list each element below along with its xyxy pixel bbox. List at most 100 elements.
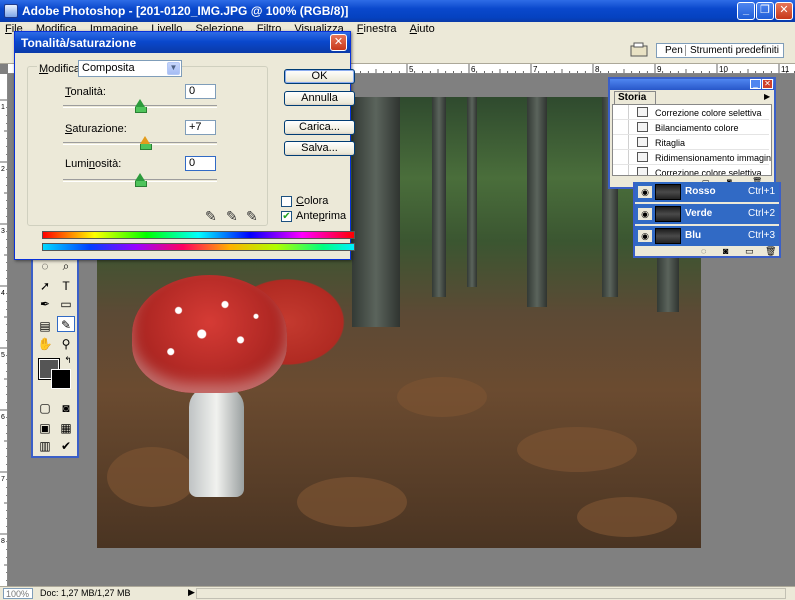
quick-mask-mode-icon[interactable]: ◙: [57, 400, 75, 416]
magic-wand-tool-icon[interactable]: ⌕: [57, 258, 75, 274]
subtract-from-sample-eyedropper-icon[interactable]: ✎: [246, 208, 258, 225]
channel-thumbnail: [655, 228, 681, 244]
menu-finestra[interactable]: Finestra: [352, 22, 402, 35]
history-step-icon: [637, 167, 648, 175]
tab-history[interactable]: Storia: [614, 91, 656, 104]
hue-slider-thumb[interactable]: [135, 99, 147, 113]
history-item[interactable]: Ridimensionamento immagine: [613, 150, 771, 165]
minimize-button[interactable]: _: [737, 2, 755, 20]
ruler-tick-label: 6: [1, 414, 5, 421]
crop-step-icon: [637, 137, 648, 147]
channel-shortcut: Ctrl+1: [748, 186, 775, 197]
background-color-swatch[interactable]: [51, 369, 71, 389]
dialog-title-bar[interactable]: Tonalità/saturazione ✕: [15, 32, 350, 53]
screen-mode-icon[interactable]: ▣: [36, 420, 54, 436]
menu-aiuto[interactable]: Aiuto: [405, 22, 440, 35]
standard-mode-icon[interactable]: ▢: [36, 400, 54, 416]
history-palette: _ ✕ Storia ▶ Correzione colore selettiva…: [608, 77, 776, 189]
ruler-tick-label: 1: [1, 104, 5, 111]
tools-panel: ◌ ⌕ ➚ T ✒ ▭ ▤ ✎ ✋ ⚲ ↰ ▢ ◙ ▣ ▦ ▥ ✔: [31, 254, 79, 458]
photoshop-app-icon[interactable]: [4, 4, 18, 18]
shape-tool-icon[interactable]: ▭: [57, 296, 75, 312]
eye-visibility-icon[interactable]: ◉: [638, 208, 652, 220]
saturation-input[interactable]: +7: [185, 120, 216, 135]
jump-to-imageready-icon[interactable]: ▥: [36, 438, 54, 454]
lightness-input[interactable]: 0: [185, 156, 216, 171]
palette-menu-arrow-icon[interactable]: ▶: [764, 92, 770, 101]
preview-label: Anteprima: [296, 210, 347, 222]
zoom-tool-icon[interactable]: ⚲: [57, 336, 75, 352]
history-item[interactable]: Correzione colore selettiva: [613, 105, 769, 120]
palette-close-button[interactable]: ✕: [762, 79, 773, 89]
edit-channel-select[interactable]: Composita ▼: [78, 60, 182, 77]
status-menu-arrow-icon[interactable]: ▶: [188, 587, 195, 598]
colorize-checkbox[interactable]: [281, 196, 292, 207]
lightness-label: Luminosità:: [65, 158, 122, 170]
tab-tool-presets[interactable]: Strumenti predefiniti: [685, 45, 779, 56]
add-to-sample-eyedropper-icon[interactable]: ✎: [226, 208, 238, 225]
ruler-tick-label: 6: [471, 65, 476, 74]
ruler-tick-label: 11: [781, 65, 790, 74]
new-channel-icon[interactable]: ▭: [745, 246, 754, 257]
channel-row[interactable]: ◉ Rosso Ctrl+1: [635, 182, 779, 202]
channel-shortcut: Ctrl+2: [748, 208, 775, 219]
channel-row[interactable]: ◉ Verde Ctrl+2: [635, 204, 779, 224]
ruler-tick-label: 3: [1, 228, 5, 235]
history-item[interactable]: Bilanciamento colore: [613, 120, 769, 135]
full-screen-mode-icon[interactable]: ▦: [57, 420, 75, 436]
saturation-label: Saturazione:: [65, 123, 127, 135]
output-color-bar: [42, 243, 355, 251]
move-tool-icon[interactable]: ➚: [36, 278, 54, 294]
lightness-slider-thumb[interactable]: [135, 173, 147, 187]
edit-in-imageready-icon[interactable]: ✔: [57, 438, 75, 454]
saturation-slider-thumb[interactable]: [140, 136, 153, 150]
lasso-tool-icon[interactable]: ◌: [36, 258, 54, 274]
save-button[interactable]: Salva...: [284, 141, 355, 156]
chevron-down-icon[interactable]: ▼: [167, 62, 180, 75]
ok-button[interactable]: OK: [284, 69, 355, 84]
eye-visibility-icon[interactable]: ◉: [638, 186, 652, 198]
type-tool-icon[interactable]: T: [57, 278, 75, 294]
document-size-info: Doc: 1,27 MB/1,27 MB: [40, 588, 131, 598]
hue-input[interactable]: 0: [185, 84, 216, 99]
palette-minimize-button[interactable]: _: [750, 79, 761, 89]
history-item[interactable]: Ritaglia: [613, 135, 769, 150]
eyedropper-tool-icon[interactable]: ✎: [57, 316, 75, 332]
pen-tool-icon[interactable]: ✒: [36, 296, 54, 312]
ruler-tick-label: 9: [657, 65, 662, 74]
load-button[interactable]: Carica...: [284, 120, 355, 135]
ruler-tick-label: 7: [1, 476, 5, 483]
ruler-tick-label: 7: [533, 65, 538, 74]
eye-visibility-icon[interactable]: ◉: [638, 230, 652, 242]
hand-tool-icon[interactable]: ✋: [36, 336, 54, 352]
history-palette-titlebar[interactable]: _ ✕: [610, 79, 774, 90]
file-browser-icon[interactable]: [628, 40, 650, 60]
channel-thumbnail: [655, 184, 681, 200]
load-channel-selection-icon[interactable]: ◌: [701, 246, 706, 256]
palette-well[interactable]: Pen Strumenti predefiniti: [656, 43, 784, 58]
zoom-level-field[interactable]: 100%: [3, 588, 33, 599]
history-item[interactable]: Correzione colore selettiva: [613, 165, 769, 175]
preview-checkbox[interactable]: ✔: [281, 211, 292, 222]
history-step-icon: [637, 122, 648, 132]
ruler-tick-label: 8: [595, 65, 600, 74]
swap-colors-icon[interactable]: ↰: [59, 352, 77, 368]
ruler-vertical[interactable]: 1 2 3 4 5 6 7 8: [0, 74, 8, 586]
dialog-close-button[interactable]: ✕: [330, 34, 347, 51]
delete-channel-icon[interactable]: 🗑: [765, 246, 776, 257]
restore-button[interactable]: ❐: [756, 2, 774, 20]
channel-thumbnail: [655, 206, 681, 222]
cancel-button[interactable]: Annulla: [284, 91, 355, 106]
notes-tool-icon[interactable]: ▤: [36, 318, 54, 334]
ruler-tick-label: 2: [1, 166, 5, 173]
tab-brushes[interactable]: Pen: [665, 45, 683, 56]
channel-row[interactable]: ◉ Blu Ctrl+3: [635, 226, 779, 246]
history-step-icon: [637, 152, 648, 162]
eyedropper-icon[interactable]: ✎: [205, 208, 217, 225]
window-title: Adobe Photoshop - [201-0120_IMG.JPG @ 10…: [22, 4, 349, 18]
horizontal-scrollbar[interactable]: [196, 588, 786, 599]
channels-palette: ◉ Rosso Ctrl+1 ◉ Verde Ctrl+2 ◉ Blu Ctrl…: [633, 182, 781, 258]
close-window-button[interactable]: ✕: [775, 2, 793, 20]
ruler-tick-label: 5: [409, 65, 414, 74]
save-selection-channel-icon[interactable]: ◙: [723, 246, 728, 256]
